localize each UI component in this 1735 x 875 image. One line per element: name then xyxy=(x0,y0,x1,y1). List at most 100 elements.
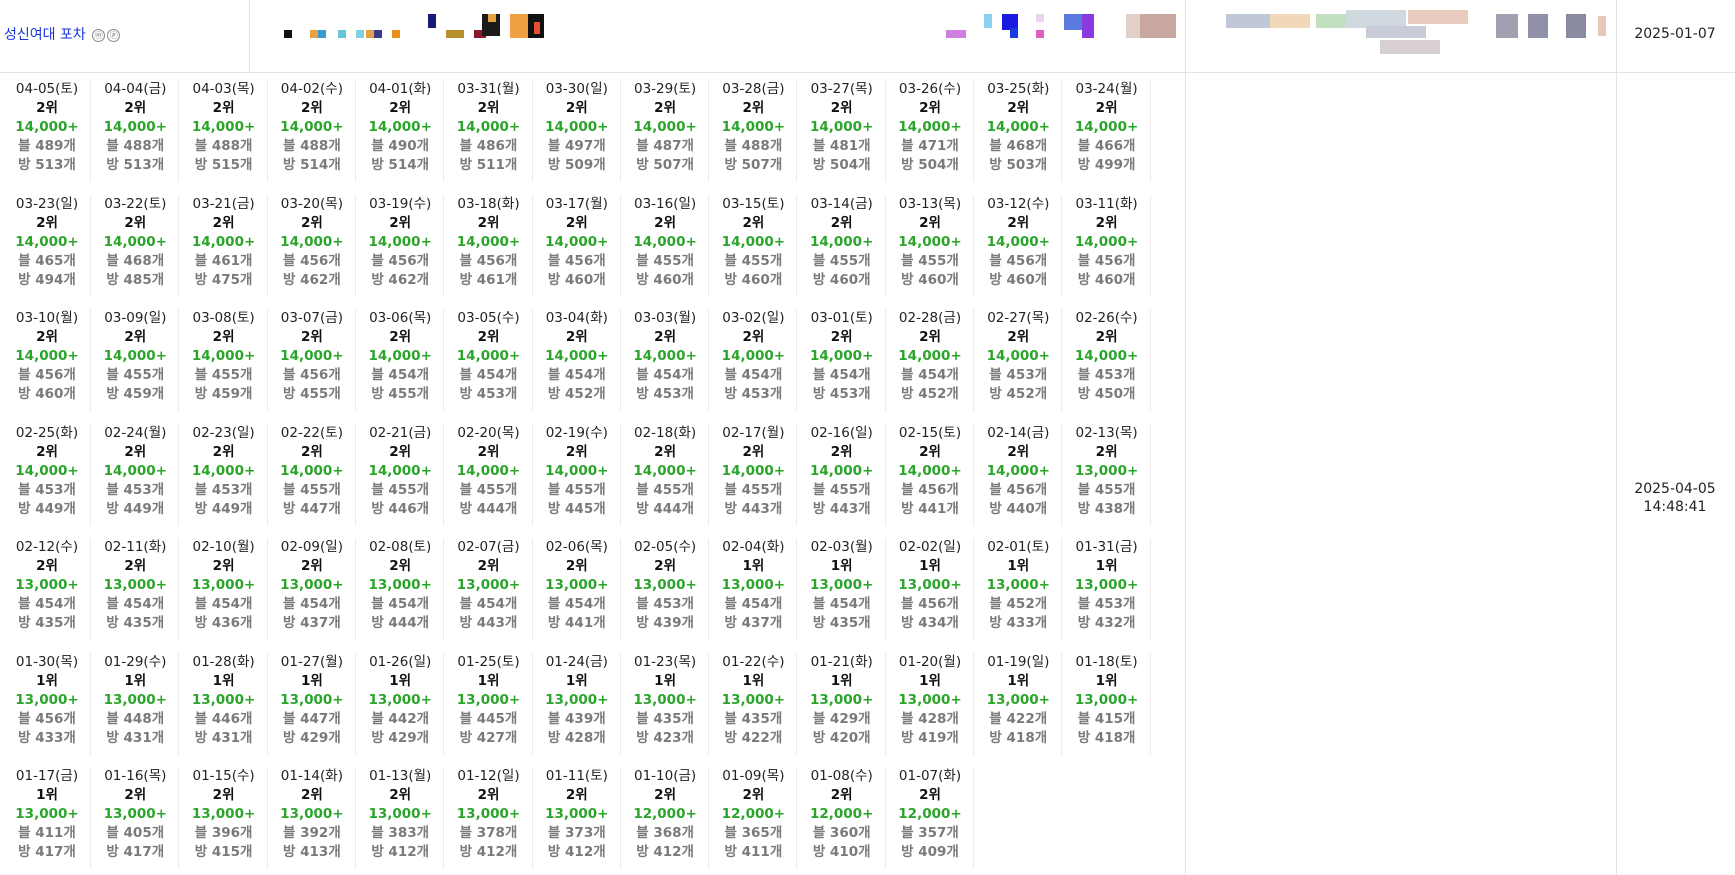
cell-date: 01-19(일) xyxy=(987,653,1050,670)
cell-blog-count: 블 456개 xyxy=(547,252,606,269)
cell-views: 14,000+ xyxy=(898,348,962,364)
cell-blog-count: 블 455개 xyxy=(636,481,694,498)
cell-room-count: 방 514개 xyxy=(283,157,341,173)
cell-views: 14,000+ xyxy=(633,462,697,479)
cell-blog-count: 블 429개 xyxy=(812,710,871,727)
day-stat-cell: 03-12(수) 2위 14,000+ 블 456개 방 460개 xyxy=(975,194,1063,297)
cell-room-count: 방 435개 xyxy=(812,615,871,631)
cell-views: 14,000+ xyxy=(721,348,786,364)
cell-rank: 2위 xyxy=(1095,100,1118,116)
cell-date: 02-02(일) xyxy=(898,539,962,555)
cell-rank: 2위 xyxy=(1007,443,1030,460)
cell-room-count: 방 449개 xyxy=(18,500,76,517)
cell-blog-count: 블 428개 xyxy=(901,710,959,727)
cell-views: 13,000+ xyxy=(280,577,344,593)
cell-rank: 2위 xyxy=(742,787,765,803)
cell-views: 14,000+ xyxy=(809,233,874,250)
cell-blog-count: 블 453개 xyxy=(1077,367,1136,383)
cell-blog-count: 블 455개 xyxy=(724,252,783,269)
cell-room-count: 방 452개 xyxy=(989,386,1048,402)
cell-room-count: 방 475개 xyxy=(194,271,253,288)
cell-room-count: 방 452개 xyxy=(547,386,606,402)
day-stat-cell: 03-19(수) 2위 14,000+ 블 456개 방 462개 xyxy=(357,194,445,297)
cell-rank: 2위 xyxy=(36,214,58,231)
cell-blog-count: 블 454개 xyxy=(459,596,518,612)
cell-rank: 2위 xyxy=(919,100,941,116)
day-stat-cell: 03-01(토) 2위 14,000+ 블 454개 방 453개 xyxy=(799,309,886,411)
cell-views: 13,000+ xyxy=(545,691,609,708)
cell-date: 03-19(수) xyxy=(369,195,432,212)
cell-date: 02-26(수) xyxy=(1075,310,1138,326)
cell-rank: 2위 xyxy=(477,100,500,116)
p-icon[interactable]: ⓟ xyxy=(107,29,121,42)
cell-blog-count: 블 456개 xyxy=(18,710,76,727)
cell-blog-count: 블 368개 xyxy=(636,825,694,841)
cell-rank: 2위 xyxy=(212,214,235,231)
cell-rank: 2위 xyxy=(742,100,765,116)
cell-rank: 2위 xyxy=(919,214,941,231)
day-stat-cell: 01-14(화) 2위 13,000+ 블 392개 방 413개 xyxy=(269,767,356,869)
cell-views: 14,000+ xyxy=(368,233,432,250)
cell-blog-count: 블 454개 xyxy=(724,596,783,612)
cell-rank: 1위 xyxy=(919,558,941,574)
cell-blog-count: 블 454개 xyxy=(547,596,606,612)
cell-blog-count: 블 454개 xyxy=(18,596,76,612)
cell-blog-count: 블 453개 xyxy=(18,481,76,498)
cell-views: 14,000+ xyxy=(721,233,786,250)
cell-rank: 2위 xyxy=(124,443,147,460)
cell-date: 02-05(수) xyxy=(634,539,697,555)
cell-blog-count: 블 468개 xyxy=(989,138,1048,154)
cell-views: 13,000+ xyxy=(103,577,167,593)
cell-room-count: 방 511개 xyxy=(459,157,518,173)
cell-views: 14,000+ xyxy=(1074,119,1139,135)
cell-views: 12,000+ xyxy=(721,806,786,822)
cell-views: 14,000+ xyxy=(191,119,256,135)
cell-blog-count: 블 454개 xyxy=(812,596,871,612)
cell-views: 14,000+ xyxy=(456,462,521,479)
cell-blog-count: 블 456개 xyxy=(901,481,959,498)
place-title-link[interactable]: 성신여대 포차 ⓜ ⓟ xyxy=(4,24,121,44)
cell-blog-count: 블 453개 xyxy=(636,596,694,612)
header-bar xyxy=(0,0,1735,73)
cell-date: 03-05(수) xyxy=(457,310,520,326)
cell-room-count: 방 504개 xyxy=(812,157,871,173)
cell-rank: 2위 xyxy=(124,329,147,345)
cell-room-count: 방 441개 xyxy=(547,615,606,631)
cell-views: 13,000+ xyxy=(456,806,521,822)
cell-date: 01-17(금) xyxy=(15,768,79,784)
cell-views: 12,000+ xyxy=(633,806,697,822)
cell-date: 02-06(목) xyxy=(545,539,608,555)
day-stat-cell: 03-17(월) 2위 14,000+ 블 456개 방 460개 xyxy=(534,194,621,297)
cell-room-count: 방 417개 xyxy=(18,844,76,860)
cell-views: 13,000+ xyxy=(898,691,962,708)
cell-views: 14,000+ xyxy=(191,462,256,479)
day-stat-cell: 01-25(토) 1위 13,000+ 블 445개 방 427개 xyxy=(446,652,533,755)
cell-room-count: 방 412개 xyxy=(547,844,606,860)
m-icon[interactable]: ⓜ xyxy=(92,29,106,42)
cell-rank: 2위 xyxy=(830,787,853,803)
place-title-text: 성신여대 포차 xyxy=(4,27,86,43)
cell-date: 02-03(월) xyxy=(810,539,873,555)
cell-room-count: 방 420개 xyxy=(812,729,871,746)
cell-date: 03-10(월) xyxy=(15,310,79,326)
cell-room-count: 방 415개 xyxy=(194,844,253,860)
cell-blog-count: 블 456개 xyxy=(371,252,430,269)
cell-date: 01-13(월) xyxy=(369,768,432,784)
cell-blog-count: 블 455개 xyxy=(724,481,783,498)
cell-rank: 2위 xyxy=(654,787,676,803)
updated-timestamp: 2025-04-05 14:48:41 xyxy=(1617,480,1733,516)
cell-rank: 2위 xyxy=(36,558,58,574)
cell-date: 01-24(금) xyxy=(545,653,608,670)
cell-views: 13,000+ xyxy=(15,806,79,822)
cell-blog-count: 블 454개 xyxy=(901,367,959,383)
day-stat-cell: 03-10(월) 2위 14,000+ 블 456개 방 460개 xyxy=(4,309,91,411)
day-stat-cell: 04-01(화) 2위 14,000+ 블 490개 방 514개 xyxy=(357,80,445,182)
cell-date: 01-22(수) xyxy=(722,653,785,670)
cell-views: 14,000+ xyxy=(456,348,521,364)
day-stat-cell: 03-05(수) 2위 14,000+ 블 454개 방 453개 xyxy=(446,309,533,411)
day-stat-cell: 02-11(화) 2위 13,000+ 블 454개 방 435개 xyxy=(92,538,180,640)
cell-blog-count: 블 456개 xyxy=(989,481,1048,498)
day-stat-cell: 03-13(목) 2위 14,000+ 블 455개 방 460개 xyxy=(887,194,974,297)
cell-room-count: 방 449개 xyxy=(194,500,253,517)
cell-blog-count: 블 455개 xyxy=(459,481,518,498)
